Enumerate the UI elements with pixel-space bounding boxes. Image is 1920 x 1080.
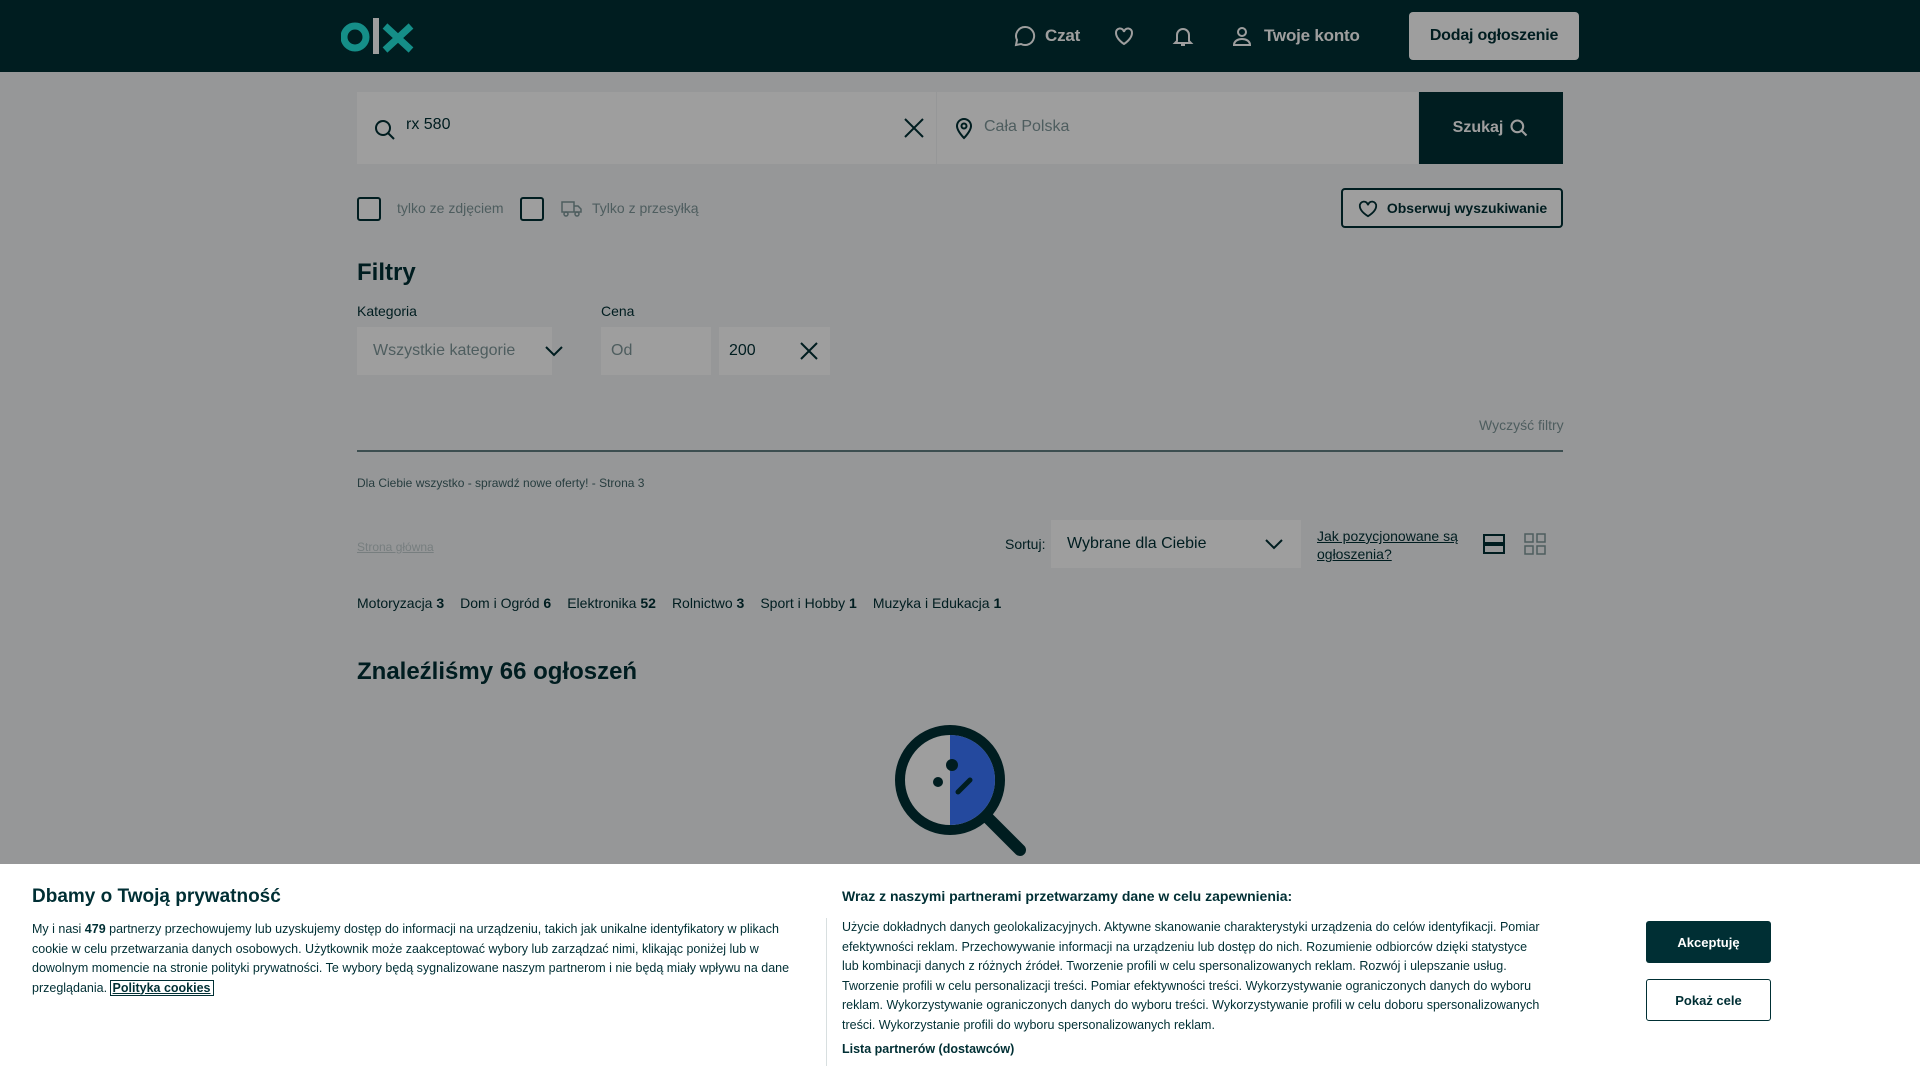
show-purposes-button[interactable]: Pokaż cele: [1646, 979, 1771, 1021]
cookie-divider: [826, 918, 827, 1066]
cookie-consent-banner: Dbamy o Twoją prywatność My i nasi 479 p…: [0, 864, 1920, 1080]
cookie-title: Dbamy o Twoją prywatność: [32, 886, 281, 907]
purposes-title: Wraz z naszymi partnerami przetwarzamy d…: [842, 888, 1293, 904]
cookie-policy-link[interactable]: Polityka cookies: [109, 979, 214, 996]
cookie-description: My i nasi 479 partnerzy przechowujemy lu…: [32, 922, 790, 996]
partners-list-link[interactable]: Lista partnerów (dostawców): [842, 1042, 1014, 1056]
purposes-text: Użycie dokładnych danych geolokalizacyjn…: [842, 920, 1540, 1032]
accept-cookies-button[interactable]: Akceptuję: [1646, 921, 1771, 963]
